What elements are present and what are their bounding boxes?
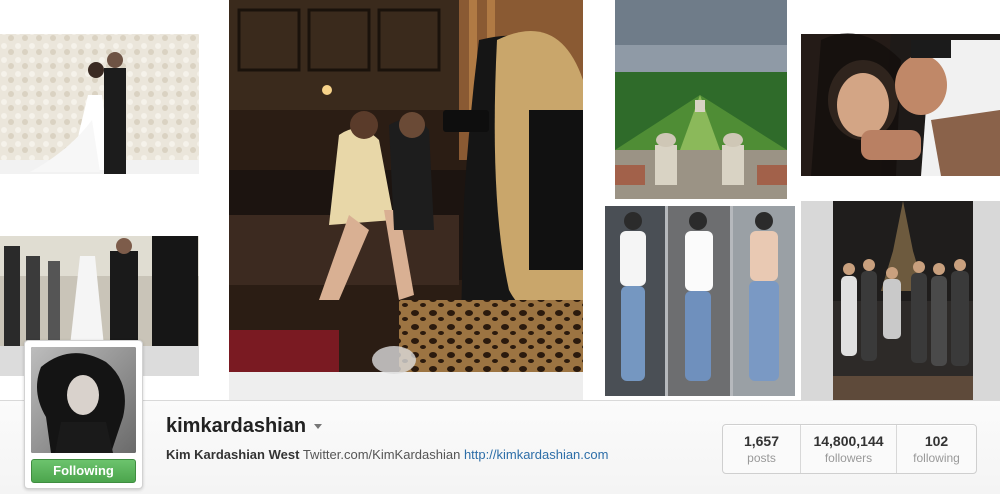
stat-following-value: 102 — [924, 433, 949, 449]
profile-stats: 1,657 posts 14,800,144 followers 102 fol… — [722, 424, 977, 474]
bio-text: Twitter.com/KimKardashian — [302, 447, 461, 462]
photo-restaurant-selfie — [229, 0, 583, 400]
stat-followers[interactable]: 14,800,144 followers — [801, 425, 897, 473]
stat-posts-label: posts — [747, 451, 776, 465]
profile-bio: Kim Kardashian West Twitter.com/KimKarda… — [166, 447, 608, 462]
photo-eiffel-group — [801, 201, 1000, 400]
stat-followers-value: 14,800,144 — [813, 433, 884, 449]
following-button[interactable]: Following — [31, 459, 136, 483]
stat-posts[interactable]: 1,657 posts — [723, 425, 801, 473]
username[interactable]: kimkardashian — [166, 415, 306, 438]
stat-following-label: following — [913, 451, 960, 465]
chevron-down-icon[interactable] — [314, 423, 323, 429]
profile-page: Following kimkardashian Kim Kardashian W… — [0, 0, 1000, 494]
photo-tile-wedding-couple[interactable] — [0, 0, 199, 199]
photo-tile-restaurant-selfie[interactable] — [229, 0, 583, 400]
photo-grid — [0, 0, 1000, 400]
photo-wedding-couple — [0, 34, 199, 174]
full-name: Kim Kardashian West — [166, 447, 300, 462]
username-row: kimkardashian — [166, 413, 323, 439]
photo-tile-couple-closeup[interactable] — [801, 0, 1000, 199]
avatar-photo — [31, 347, 136, 453]
photo-tile-jeans-outfits[interactable] — [600, 201, 799, 400]
photo-jeans-outfits — [605, 206, 795, 396]
website-link[interactable]: http://kimkardashian.com — [464, 447, 609, 462]
avatar-card: Following — [24, 340, 143, 489]
stat-followers-label: followers — [824, 451, 873, 465]
stat-following[interactable]: 102 following — [897, 425, 976, 473]
photo-tile-eiffel-group[interactable] — [801, 201, 1000, 400]
photo-garden — [615, 0, 787, 199]
stat-posts-value: 1,657 — [743, 433, 780, 449]
avatar[interactable] — [31, 347, 136, 453]
photo-tile-garden[interactable] — [600, 0, 799, 199]
photo-couple-closeup — [801, 33, 1000, 177]
